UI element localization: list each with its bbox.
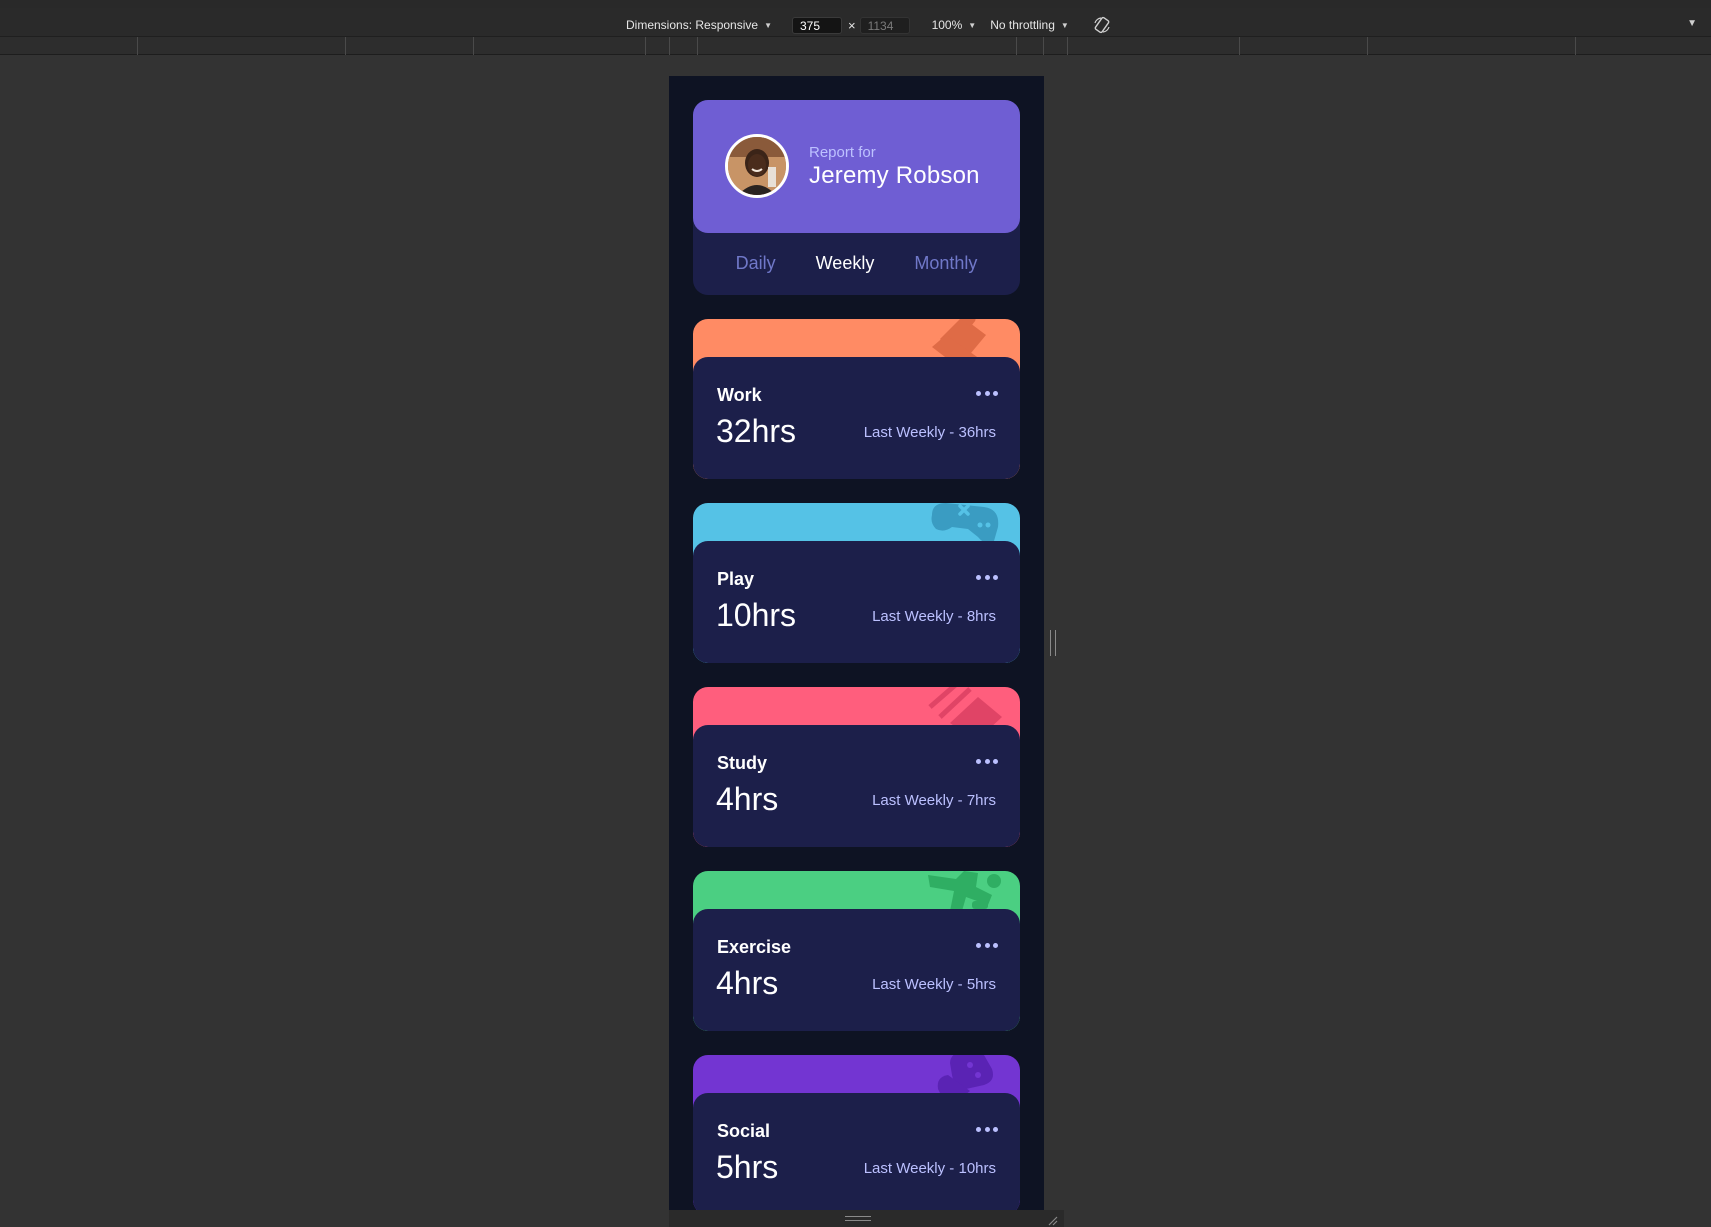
width-input[interactable]: 375 [791, 16, 842, 34]
card-previous-hours: Last Weekly - 5hrs [872, 976, 996, 993]
ruler-tick[interactable] [645, 37, 646, 55]
zoom-dropdown[interactable]: 100% ▼ [932, 18, 977, 32]
media-query-ruler [0, 37, 1711, 55]
more-options-icon[interactable] [976, 759, 998, 765]
throttling-label: No throttling [990, 18, 1055, 32]
user-name: Jeremy Robson [809, 162, 980, 189]
activity-card-social: Social 5hrs Last Weekly - 10hrs [693, 1055, 1020, 1210]
ruler-tick[interactable] [1043, 37, 1044, 55]
device-viewport: Report for Jeremy Robson Daily Weekly Mo… [669, 76, 1044, 1210]
card-previous-hours: Last Weekly - 36hrs [863, 424, 996, 441]
resize-bar-bottom [669, 1210, 1064, 1227]
card-previous-hours: Last Weekly - 8hrs [872, 608, 996, 625]
more-options-icon[interactable] [976, 575, 998, 581]
tab-monthly[interactable]: Monthly [914, 253, 977, 274]
zoom-label: 100% [931, 18, 963, 32]
profile-card: Report for Jeremy Robson Daily Weekly Mo… [693, 100, 1020, 295]
ruler-tick[interactable] [137, 37, 138, 55]
ruler-tick[interactable] [1067, 37, 1068, 55]
activity-card-play: Play 10hrs Last Weekly - 8hrs [693, 503, 1020, 663]
chevron-down-icon: ▼ [968, 20, 977, 30]
card-previous-hours: Last Weekly - 10hrs [863, 1160, 996, 1177]
tab-daily[interactable]: Daily [736, 253, 776, 274]
card-title: Play [717, 569, 755, 589]
more-options-icon[interactable] [976, 391, 998, 397]
resize-corner-icon[interactable] [1046, 1214, 1058, 1226]
activity-card-exercise: Exercise 4hrs Last Weekly - 5hrs [693, 871, 1020, 1031]
card-current-hours: 32hrs [716, 413, 797, 449]
activity-card-study: Study 4hrs Last Weekly - 7hrs [693, 687, 1020, 847]
device-controls: Dimensions: Responsive ▼ 375 × 1134 100%… [626, 14, 1111, 36]
ruler-tick[interactable] [1016, 37, 1017, 55]
more-options-icon[interactable] [976, 943, 998, 949]
dimensions-dropdown[interactable]: Dimensions: Responsive ▼ [626, 18, 772, 32]
chevron-down-icon: ▼ [764, 20, 772, 30]
ruler-tick[interactable] [345, 37, 346, 55]
timeframe-tabs: Daily Weekly Monthly [693, 253, 1020, 274]
card-title: Work [717, 385, 762, 405]
dimensions-label: Dimensions: Responsive [626, 18, 759, 32]
card-body: Play 10hrs Last Weekly - 8hrs [693, 541, 1020, 663]
ruler-tick[interactable] [1367, 37, 1368, 55]
card-body: Exercise 4hrs Last Weekly - 5hrs [693, 909, 1020, 1031]
throttling-dropdown[interactable]: No throttling ▼ [990, 18, 1069, 32]
times-separator: × [847, 17, 856, 33]
card-body: Social 5hrs Last Weekly - 10hrs [693, 1093, 1020, 1210]
chevron-down-icon: ▼ [1060, 20, 1069, 30]
ruler-tick[interactable] [473, 37, 474, 55]
card-title: Social [717, 1121, 771, 1141]
card-title: Exercise [717, 937, 792, 957]
more-options-icon[interactable]: ▼ [1687, 18, 1697, 29]
ruler-tick[interactable] [1575, 37, 1576, 55]
card-current-hours: 4hrs [716, 781, 779, 817]
activity-card-work: Work 32hrs Last Weekly - 36hrs [693, 319, 1020, 479]
report-for-label: Report for [809, 144, 876, 161]
card-body: Work 32hrs Last Weekly - 36hrs [693, 357, 1020, 479]
more-options-icon[interactable] [976, 1127, 998, 1133]
card-body: Study 4hrs Last Weekly - 7hrs [693, 725, 1020, 847]
height-input[interactable]: 1134 [859, 16, 910, 34]
ruler-tick[interactable] [697, 37, 698, 55]
devtools-toolbar: Dimensions: Responsive ▼ 375 × 1134 100%… [0, 0, 1711, 37]
card-current-hours: 4hrs [716, 965, 779, 1001]
rotate-icon[interactable] [1093, 16, 1111, 34]
card-title: Study [717, 753, 768, 773]
card-current-hours: 10hrs [716, 597, 797, 633]
ruler-tick[interactable] [669, 37, 670, 55]
resize-handle-right[interactable] [1050, 630, 1056, 656]
tab-weekly[interactable]: Weekly [816, 253, 875, 274]
profile-header: Report for Jeremy Robson [693, 100, 1020, 233]
card-current-hours: 5hrs [716, 1149, 779, 1185]
ruler-tick[interactable] [1239, 37, 1240, 55]
card-previous-hours: Last Weekly - 7hrs [872, 792, 996, 809]
avatar [725, 134, 789, 198]
resize-handle-bottom[interactable] [845, 1216, 871, 1221]
